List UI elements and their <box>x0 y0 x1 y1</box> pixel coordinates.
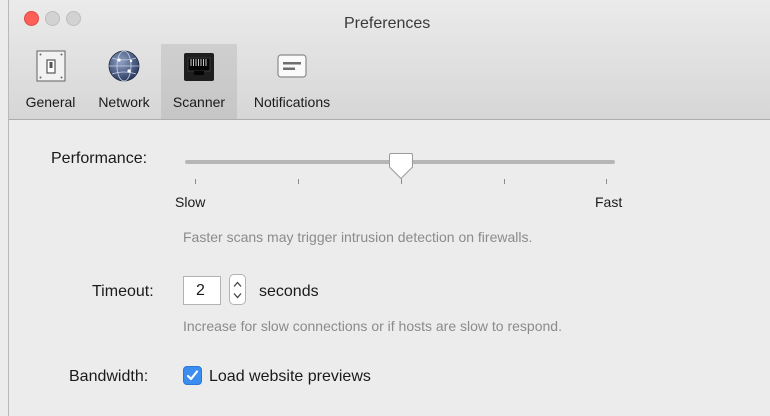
tab-notifications[interactable]: Notifications <box>242 44 342 119</box>
tab-scanner-label: Scanner <box>172 94 226 110</box>
tab-general-label: General <box>25 94 76 110</box>
slider-tick <box>195 179 196 184</box>
general-icon <box>35 50 66 82</box>
load-previews-checkbox[interactable] <box>183 366 202 385</box>
window-title: Preferences <box>344 15 431 32</box>
timeout-hint: Increase for slow connections or if host… <box>183 318 562 334</box>
toolbar: Preferences General Network Scanner Noti… <box>9 0 770 120</box>
slider-tick <box>606 179 607 184</box>
scanner-icon <box>184 53 214 81</box>
timeout-label: Timeout: <box>92 283 154 300</box>
tab-scanner[interactable]: Scanner <box>161 44 237 119</box>
timeout-input[interactable]: 2 <box>183 276 221 305</box>
slider-tick <box>298 179 299 184</box>
tab-network-label: Network <box>98 94 150 110</box>
bandwidth-label: Bandwidth: <box>69 368 149 385</box>
performance-label: Performance: <box>51 150 148 167</box>
tab-notifications-label: Notifications <box>253 94 331 110</box>
checkmark-icon <box>186 370 199 381</box>
network-icon <box>108 50 140 82</box>
tab-general[interactable]: General <box>18 44 83 119</box>
timeout-stepper[interactable] <box>229 274 246 305</box>
timeout-unit: seconds <box>259 283 319 300</box>
tab-network[interactable]: Network <box>89 44 159 119</box>
load-previews-label[interactable]: Load website previews <box>209 368 371 386</box>
chevron-down-icon[interactable] <box>233 291 242 300</box>
performance-hint: Faster scans may trigger intrusion detec… <box>183 229 533 245</box>
slider-max-label: Fast <box>595 194 623 210</box>
zoom-window-button[interactable] <box>66 11 81 26</box>
chevron-up-icon[interactable] <box>233 280 242 289</box>
slider-tick <box>504 179 505 184</box>
close-window-button[interactable] <box>24 11 39 26</box>
minimize-window-button[interactable] <box>45 11 60 26</box>
slider-min-label: Slow <box>175 194 206 210</box>
notifications-icon <box>277 54 307 78</box>
preferences-window: Preferences General Network Scanner Noti… <box>8 0 770 416</box>
performance-slider-thumb[interactable] <box>388 152 414 180</box>
